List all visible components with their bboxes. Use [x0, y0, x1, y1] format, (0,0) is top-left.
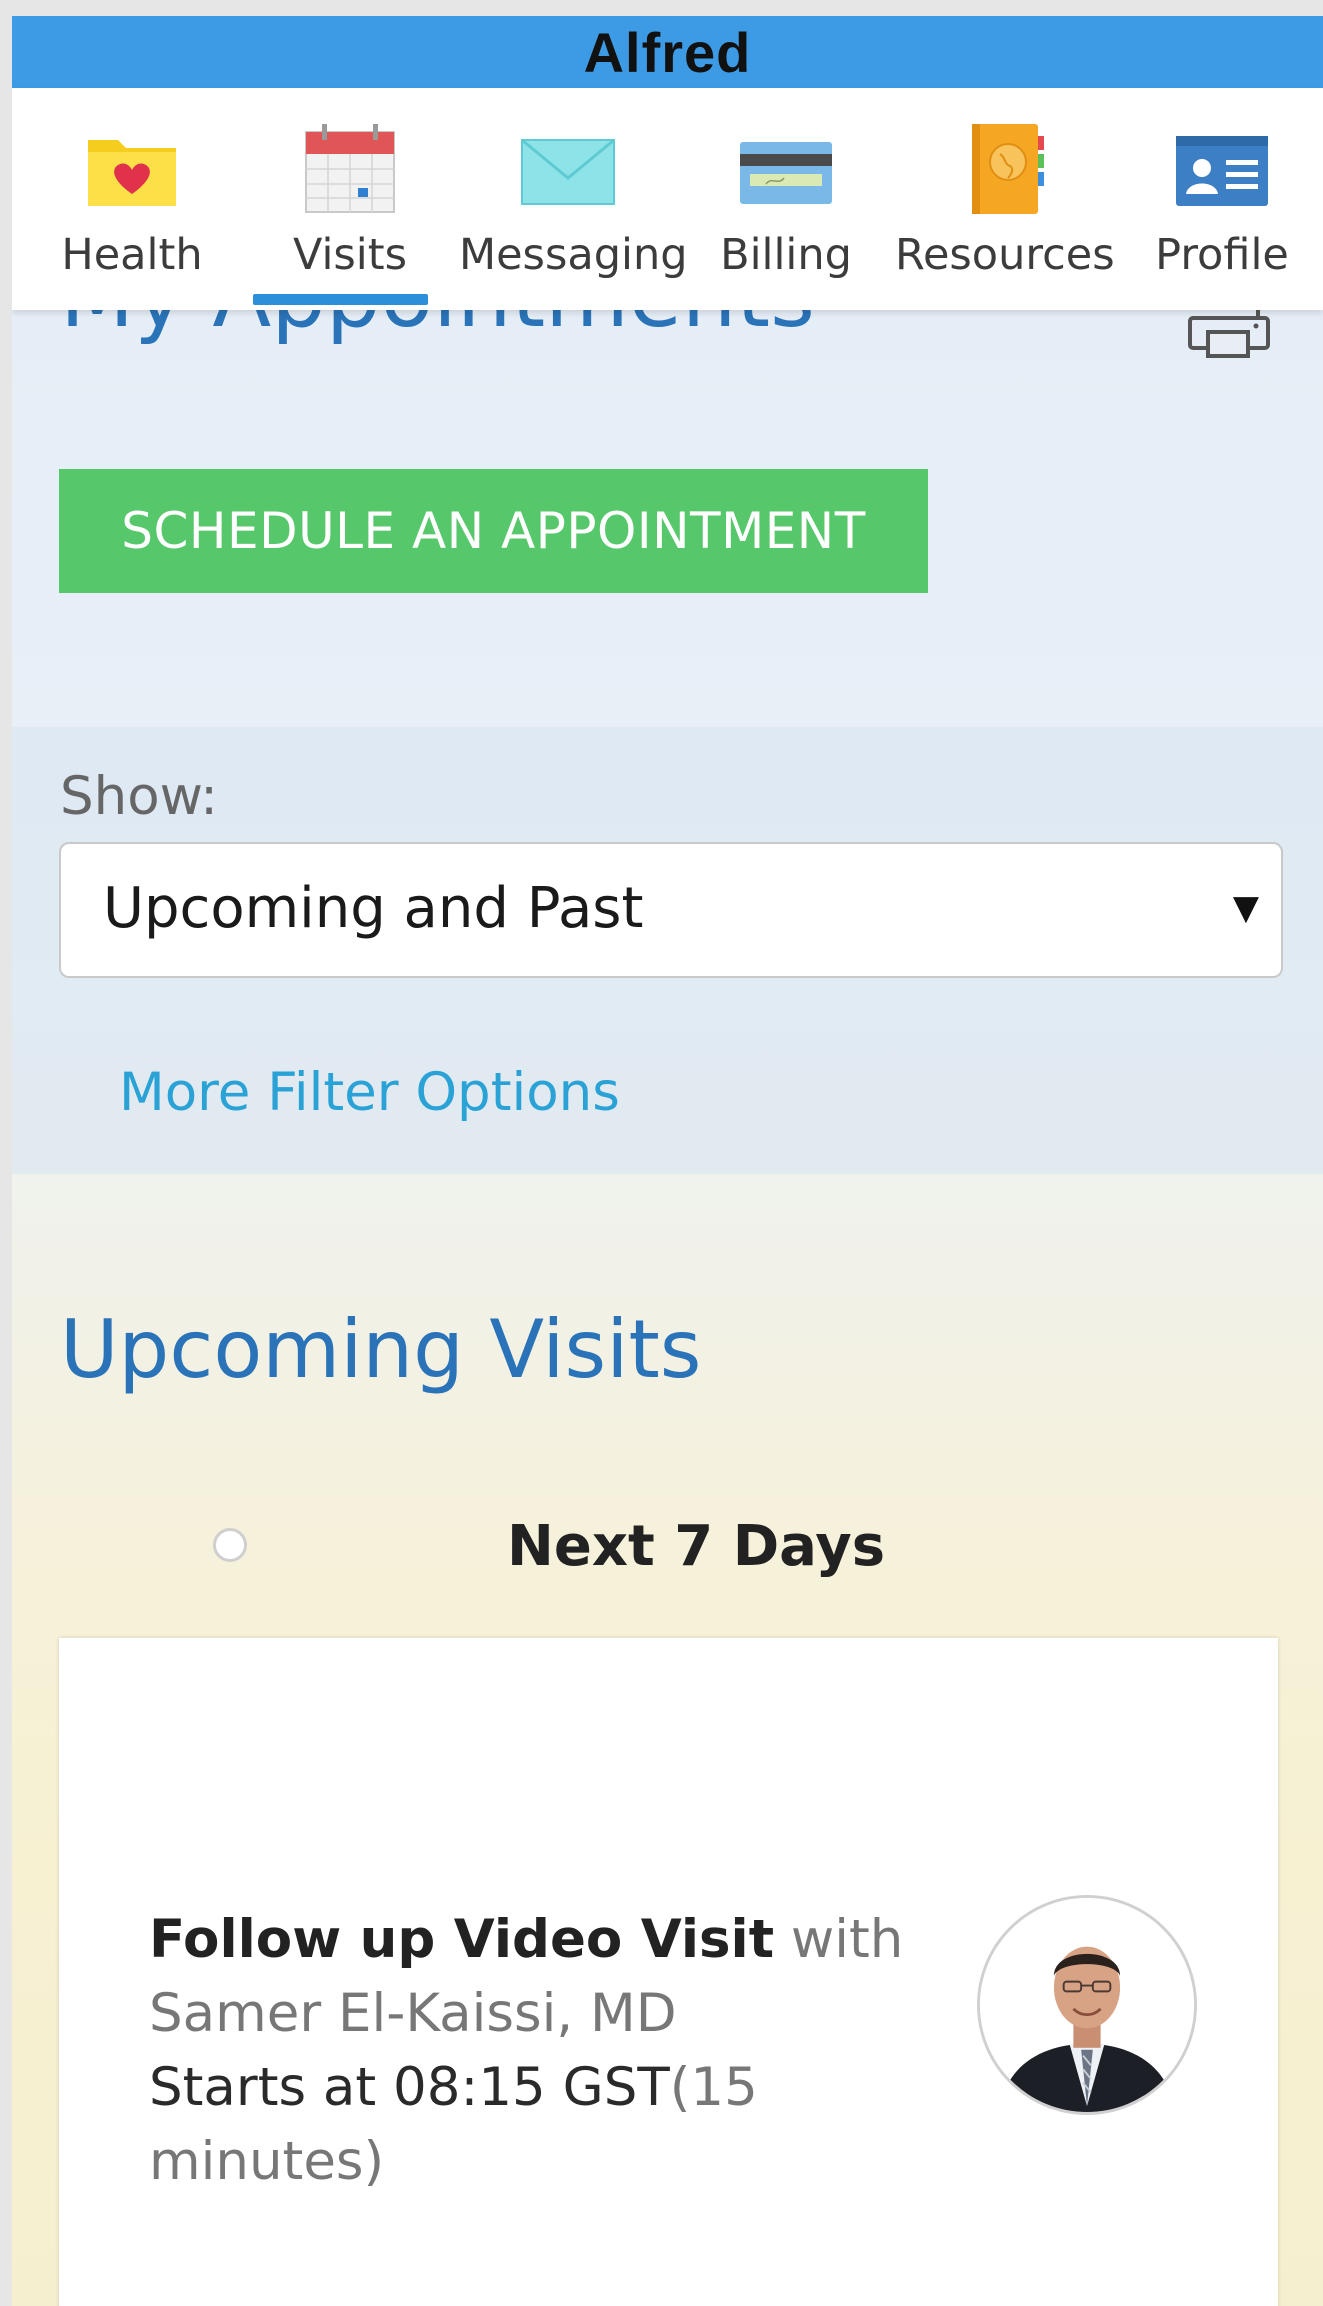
nav-item-messaging[interactable]: Messaging: [459, 88, 688, 310]
id-card-icon: [1176, 136, 1268, 206]
nav-item-health[interactable]: Health: [23, 88, 241, 310]
nav-item-billing[interactable]: Billing: [677, 88, 895, 310]
nav-item-profile[interactable]: Profile: [1113, 88, 1323, 310]
main-nav: Health Visits Messaging Billing Resource…: [12, 88, 1323, 310]
more-filter-options-link[interactable]: More Filter Options: [119, 1062, 620, 1123]
show-label: Show:: [60, 766, 218, 827]
upcoming-visits-heading: Upcoming Visits: [60, 1303, 702, 1396]
visit-start-time: Starts at 08:15 GST: [149, 2057, 670, 2118]
app-window: Alfred Health Visits Messaging Billing R…: [12, 16, 1323, 2306]
active-tab-indicator: [253, 294, 428, 305]
app-title: Alfred: [583, 20, 752, 84]
title-bar: Alfred: [12, 16, 1323, 88]
nav-label-billing: Billing: [720, 230, 852, 280]
envelope-icon: [521, 138, 615, 205]
nav-label-visits: Visits: [292, 230, 408, 280]
visit-provider: Samer El-Kaissi, MD: [149, 1983, 677, 2044]
nav-item-resources[interactable]: Resources: [895, 88, 1115, 310]
provider-photo: [980, 1898, 1194, 2112]
schedule-appointment-button[interactable]: SCHEDULE AN APPOINTMENT: [59, 469, 928, 593]
credit-card-icon: [740, 142, 832, 204]
period-label: Next 7 Days: [507, 1514, 886, 1579]
visit-type: Follow up Video Visit: [149, 1909, 775, 1970]
calendar-icon: [305, 124, 395, 213]
folder-heart-icon: [88, 140, 176, 206]
nav-label-messaging: Messaging: [459, 230, 688, 280]
show-filter-value: Upcoming and Past: [103, 876, 644, 941]
period-radio[interactable]: [213, 1528, 247, 1562]
nav-item-visits[interactable]: Visits: [241, 88, 459, 310]
visit-card[interactable]: Follow up Video Visit with Samer El-Kaiss…: [59, 1638, 1278, 2306]
nav-label-resources: Resources: [895, 230, 1115, 280]
show-filter-select[interactable]: Upcoming and Past ▼: [59, 842, 1283, 978]
nav-label-profile: Profile: [1155, 230, 1289, 280]
nav-label-health: Health: [61, 230, 203, 280]
visit-details: Follow up Video Visit with Samer El-Kaiss…: [149, 1903, 909, 2199]
provider-avatar: [977, 1895, 1197, 2115]
visit-with: with: [774, 1909, 904, 1970]
dropdown-caret-icon: ▼: [1232, 888, 1259, 928]
book-globe-icon: [972, 124, 1044, 214]
